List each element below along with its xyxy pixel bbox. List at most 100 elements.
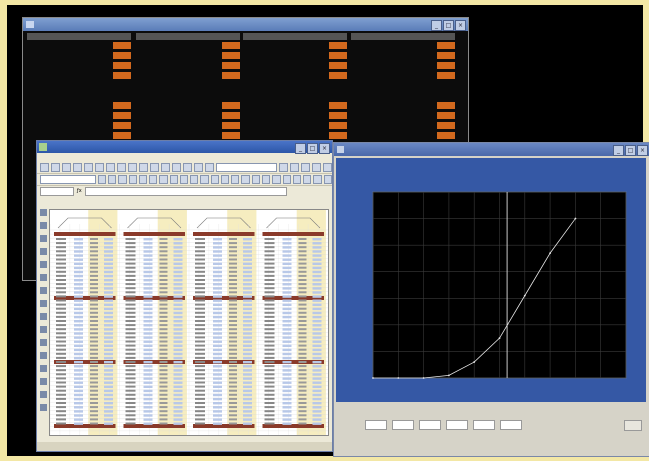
chart-control-field[interactable] <box>391 420 414 430</box>
toolbar-button[interactable] <box>40 163 49 172</box>
toolbar-button[interactable] <box>313 175 322 184</box>
toolbar-button[interactable] <box>149 175 158 184</box>
toolbar-button[interactable] <box>220 175 230 184</box>
minimize-icon[interactable]: _ <box>613 145 624 156</box>
drawing-tool-icon[interactable] <box>40 274 47 281</box>
close-icon[interactable]: × <box>637 145 648 156</box>
toolbar-button[interactable] <box>282 175 291 184</box>
chart-control-field[interactable] <box>445 420 468 430</box>
toolbar-button[interactable] <box>290 163 300 172</box>
drawing-tool-icon[interactable] <box>40 235 47 242</box>
drawing-tool-icon[interactable] <box>40 300 47 307</box>
drawing-tool-icon[interactable] <box>40 209 47 216</box>
drawing-tool-icon[interactable] <box>40 313 47 320</box>
drawing-tool-icon[interactable] <box>40 352 47 359</box>
toolbar-button[interactable] <box>169 175 178 184</box>
drawing-tool-icon[interactable] <box>40 261 47 268</box>
toolbar-button[interactable] <box>292 175 302 184</box>
toolbar-button[interactable] <box>149 163 159 172</box>
toolbar-button[interactable] <box>231 175 240 184</box>
toolbar-button[interactable] <box>94 163 104 172</box>
menu-item[interactable] <box>129 153 143 162</box>
menu-item[interactable] <box>107 153 121 162</box>
toolbar-button[interactable] <box>204 163 214 172</box>
toolbar-button[interactable] <box>262 175 271 184</box>
chart-control[interactable] <box>499 412 522 434</box>
toolbar-button[interactable] <box>301 163 311 172</box>
menu-item[interactable] <box>173 153 187 162</box>
drawing-tool-icon[interactable] <box>40 404 47 411</box>
toolbar-button[interactable] <box>279 163 289 172</box>
menu-item[interactable] <box>41 153 55 162</box>
toolbar-button[interactable] <box>312 163 322 172</box>
close-icon[interactable]: × <box>455 20 466 31</box>
toolbar-button[interactable] <box>323 175 332 184</box>
chart-window[interactable]: _ □ × <box>333 142 649 457</box>
close-button[interactable] <box>624 420 642 431</box>
drawing-tool-icon[interactable] <box>40 378 47 385</box>
toolbar-button[interactable] <box>160 163 170 172</box>
drawing-tool-icon[interactable] <box>40 222 47 229</box>
toolbar-button[interactable] <box>241 175 250 184</box>
toolbar-button[interactable] <box>138 175 148 184</box>
toolbar-button[interactable] <box>210 175 219 184</box>
spreadsheet-grid[interactable] <box>49 209 329 436</box>
spreadsheet-title-bar[interactable]: _ □ × <box>37 141 332 154</box>
drawing-tool-icon[interactable] <box>40 391 47 398</box>
name-box[interactable] <box>40 186 74 196</box>
chart-control[interactable] <box>472 412 495 434</box>
toolbar-button[interactable] <box>179 175 189 184</box>
toolbar-button[interactable] <box>118 175 127 184</box>
chart-control-field[interactable] <box>472 420 495 430</box>
toolbar-button[interactable] <box>97 175 107 184</box>
toolbar-button[interactable] <box>159 175 168 184</box>
toolbar-button[interactable] <box>200 175 209 184</box>
toolbar-button[interactable] <box>61 163 71 172</box>
toolbar-button[interactable] <box>105 163 115 172</box>
chart-control[interactable] <box>445 412 468 434</box>
chart-control[interactable] <box>391 412 414 434</box>
toolbar-button[interactable] <box>83 163 93 172</box>
menu-item[interactable] <box>151 153 165 162</box>
menu-item[interactable] <box>63 153 77 162</box>
formula-input[interactable] <box>84 186 287 196</box>
menu-item[interactable] <box>85 153 99 162</box>
maximize-icon[interactable]: □ <box>625 145 636 156</box>
toolbar-button[interactable] <box>128 175 137 184</box>
drawing-tool-icon[interactable] <box>40 287 47 294</box>
chart-control[interactable] <box>418 412 441 434</box>
drawing-tool-icon[interactable] <box>40 326 47 333</box>
minimize-icon[interactable]: _ <box>431 20 442 31</box>
chart-control-field[interactable] <box>364 420 387 430</box>
toolbar-button[interactable] <box>72 163 82 172</box>
toolbar-button[interactable] <box>182 163 192 172</box>
maximize-icon[interactable]: □ <box>443 20 454 31</box>
drawing-tool-icon[interactable] <box>40 365 47 372</box>
terminal-title-bar[interactable]: _ □ × <box>23 18 468 31</box>
chart-control[interactable] <box>364 412 387 434</box>
toolbar-button[interactable] <box>108 175 117 184</box>
grid-canvas[interactable] <box>50 210 328 435</box>
toolbar-button[interactable] <box>40 175 96 184</box>
menu-item[interactable] <box>217 153 231 162</box>
toolbar-button[interactable] <box>303 175 312 184</box>
toolbar-button[interactable] <box>251 175 260 184</box>
toolbar-button[interactable] <box>323 163 333 172</box>
drawing-tool-icon[interactable] <box>40 339 47 346</box>
chart-control-field[interactable] <box>418 420 441 430</box>
spreadsheet-window[interactable]: _ □ × ƒx <box>36 140 333 452</box>
toolbar-button[interactable] <box>190 175 199 184</box>
toolbar-button[interactable] <box>116 163 126 172</box>
toolbar-button[interactable] <box>272 175 281 184</box>
maximize-icon[interactable]: □ <box>307 143 318 154</box>
menu-item[interactable] <box>195 153 209 162</box>
toolbar-button[interactable] <box>50 163 60 172</box>
chart-control-field[interactable] <box>499 420 522 430</box>
toolbar-button[interactable] <box>127 163 137 172</box>
toolbar-button[interactable] <box>138 163 148 172</box>
toolbar-button[interactable] <box>193 163 203 172</box>
minimize-icon[interactable]: _ <box>295 143 306 154</box>
close-icon[interactable]: × <box>319 143 330 154</box>
toolbar-button[interactable] <box>215 163 278 172</box>
chart-title-bar[interactable]: _ □ × <box>334 143 649 156</box>
